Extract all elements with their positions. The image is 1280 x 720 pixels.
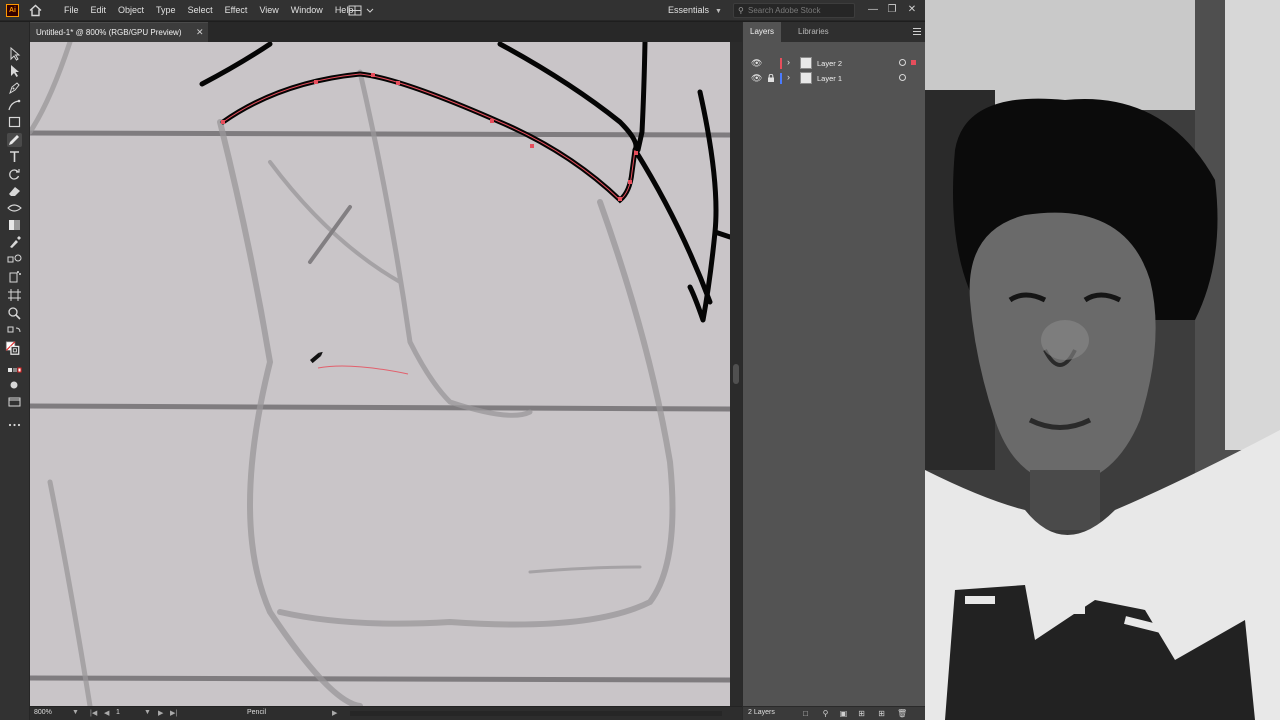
layer-row[interactable]: 👁︎ › Layer 1 (743, 71, 926, 86)
direct-selection-tool-icon[interactable] (7, 64, 22, 78)
artboard-tool-icon[interactable] (7, 288, 22, 302)
layer-thumbnail (800, 72, 812, 84)
selection-indicator[interactable] (911, 60, 916, 65)
menu-file[interactable]: File (58, 0, 85, 21)
artboard-canvas[interactable] (30, 42, 730, 706)
layer-name[interactable]: Layer 2 (817, 59, 842, 68)
search-icon: ⚲ (738, 6, 744, 15)
blend-tool-icon[interactable] (7, 252, 22, 266)
artboard-dropdown-icon[interactable]: ▼ (144, 709, 151, 716)
current-tool-label: Pencil (247, 709, 267, 716)
menu-bar: Ai File Edit Object Type Select Effect V… (0, 0, 925, 21)
next-artboard-icon[interactable]: ▶ (158, 709, 163, 717)
last-artboard-icon[interactable]: ▶| (170, 709, 177, 717)
panel-tab-bar: Layers Libraries (743, 22, 926, 42)
arrange-documents-icon[interactable] (348, 5, 378, 16)
gradient-tool-icon[interactable] (7, 218, 22, 232)
prev-artboard-icon[interactable]: ◀ (104, 709, 109, 717)
pencil-sketch (30, 42, 676, 706)
target-circle-icon[interactable] (899, 59, 906, 66)
first-artboard-icon[interactable]: |◀ (90, 709, 97, 717)
pencil-tool-icon[interactable] (7, 133, 22, 147)
tools-panel (0, 22, 30, 720)
new-layer-icon[interactable]: ⊞ (877, 709, 886, 718)
workspace-switcher[interactable]: Essentials ▼ (668, 0, 722, 22)
visibility-eye-icon[interactable]: 👁︎ (751, 58, 762, 69)
document-title: Untitled-1* @ 800% (RGB/GPU Preview) (36, 28, 182, 37)
search-input[interactable] (748, 5, 852, 16)
close-tab-icon[interactable]: ✕ (196, 27, 204, 38)
document-tab-bar: Untitled-1* @ 800% (RGB/GPU Preview) ✕ (30, 22, 742, 42)
target-circle-icon[interactable] (899, 74, 906, 81)
tab-libraries[interactable]: Libraries (791, 22, 836, 42)
fill-stroke-icon[interactable] (5, 341, 23, 359)
eyedropper-tool-icon[interactable] (7, 235, 22, 249)
live-pencil-stroke (317, 365, 409, 375)
panel-menu-icon[interactable] (913, 28, 921, 35)
menu-object[interactable]: Object (112, 0, 150, 21)
locate-object-icon[interactable]: ⚲ (821, 709, 830, 718)
menu-type[interactable]: Type (150, 0, 182, 21)
menu-window[interactable]: Window (285, 0, 329, 21)
layer-row[interactable]: 👁︎ › Layer 2 (743, 56, 926, 71)
chevron-down-icon: ▼ (715, 8, 722, 15)
app-logo: Ai (6, 4, 19, 17)
pencil-cursor-icon (310, 351, 323, 364)
more-tools-icon[interactable] (7, 418, 22, 432)
webcam-video (925, 0, 1280, 720)
scroll-thumb[interactable] (733, 364, 739, 384)
status-bar: 800% ▼ |◀ ◀ 1 ▼ ▶ ▶| Pencil ▶ (30, 706, 742, 720)
presenter-image (925, 0, 1280, 720)
rotate-tool-icon[interactable] (7, 167, 22, 181)
new-sublayer-icon[interactable]: ⊞ (857, 709, 866, 718)
color-modes-icon[interactable] (7, 364, 22, 378)
layer-thumbnail (800, 57, 812, 69)
tab-layers[interactable]: Layers (743, 22, 782, 42)
screen-mode-icon[interactable] (7, 395, 22, 409)
main-menu: File Edit Object Type Select Effect View… (58, 0, 359, 21)
expand-chevron-icon[interactable]: › (787, 57, 790, 67)
expand-chevron-icon[interactable]: › (787, 72, 790, 82)
width-tool-icon[interactable] (7, 201, 22, 215)
layer-name[interactable]: Layer 1 (817, 74, 842, 83)
home-icon[interactable] (28, 3, 43, 18)
lock-icon[interactable] (768, 73, 774, 82)
menu-effect[interactable]: Effect (219, 0, 254, 21)
eraser-tool-icon[interactable] (7, 184, 22, 198)
swap-colors-icon[interactable] (7, 325, 22, 339)
workspace-label: Essentials (668, 5, 710, 15)
menu-edit[interactable]: Edit (85, 0, 113, 21)
layers-panel: Layers Libraries 👁︎ › Layer 2 👁︎ › Layer… (742, 22, 926, 720)
menu-view[interactable]: View (253, 0, 284, 21)
symbol-sprayer-tool-icon[interactable] (7, 269, 22, 283)
zoom-dropdown-icon[interactable]: ▼ (72, 709, 79, 716)
stock-search-box[interactable]: ⚲ (733, 3, 855, 18)
status-menu-icon[interactable]: ▶ (332, 709, 337, 717)
artwork (30, 42, 730, 706)
menu-select[interactable]: Select (182, 0, 219, 21)
pen-tool-icon[interactable] (7, 81, 22, 95)
zoom-tool-icon[interactable] (7, 306, 22, 320)
curvature-tool-icon[interactable] (7, 98, 22, 112)
layer-color-swatch (780, 73, 782, 84)
type-tool-icon[interactable] (7, 150, 22, 164)
draw-modes-icon[interactable] (7, 378, 22, 392)
layers-panel-footer: 2 Layers □ ⚲ ▣ ⊞ ⊞ 🗑︎ (743, 706, 926, 720)
ink-strokes (199, 42, 730, 323)
selection-tool-icon[interactable] (7, 46, 22, 61)
clipping-mask-icon[interactable]: ▣ (839, 709, 848, 718)
vertical-scrollbar[interactable] (730, 42, 742, 706)
visibility-eye-icon[interactable]: 👁︎ (751, 73, 762, 84)
delete-layer-icon[interactable]: 🗑︎ (897, 709, 907, 718)
document-tab[interactable]: Untitled-1* @ 800% (RGB/GPU Preview) ✕ (30, 22, 208, 42)
restore-icon[interactable]: ❐ (884, 2, 900, 17)
collect-export-icon[interactable]: □ (801, 709, 810, 718)
minimize-icon[interactable]: — (865, 2, 881, 17)
rectangle-tool-icon[interactable] (7, 115, 22, 129)
artboard-number[interactable]: 1 (116, 709, 120, 716)
layer-color-swatch (780, 58, 782, 69)
horizontal-scrollbar[interactable] (350, 711, 722, 716)
close-window-icon[interactable]: ✕ (904, 2, 920, 17)
layer-count: 2 Layers (748, 709, 775, 716)
